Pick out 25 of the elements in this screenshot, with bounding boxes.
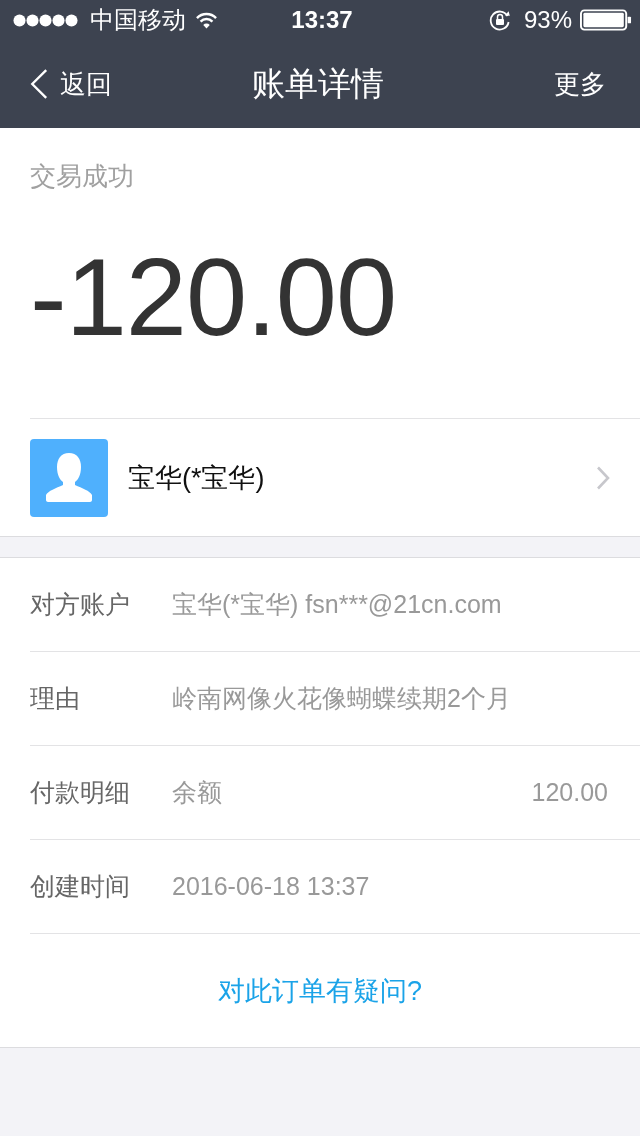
avatar-icon [30, 438, 108, 517]
field-label: 创建时间 [30, 871, 131, 902]
field-value: 岭南网像火花像蝴蝶续期2个月 [172, 683, 512, 714]
field-value: 2016-06-18 13:37 [172, 872, 371, 901]
back-button[interactable]: 返回 [30, 66, 112, 102]
carrier-name: 中国移动 [90, 5, 186, 35]
back-chevron-icon [30, 68, 48, 100]
field-label: 对方账户 [30, 589, 131, 620]
battery-icon [580, 9, 632, 31]
more-button[interactable]: 更多 [554, 66, 606, 102]
status-time: 13:37 [291, 6, 353, 34]
chevron-right-icon [596, 465, 610, 490]
field-value: 宝华(*宝华) fsn***@21cn.com [172, 589, 503, 620]
battery-percent: 93% [523, 6, 572, 34]
transaction-status: 交易成功 [29, 160, 135, 193]
page-title: 账单详情 [252, 63, 384, 104]
field-label: 理由 [30, 683, 81, 714]
signal-icon [12, 13, 79, 27]
payment-amount: 120.00 [531, 778, 608, 807]
transaction-amount: -120.00 [29, 234, 398, 360]
field-label: 付款明细 [30, 777, 131, 808]
wifi-icon [196, 11, 217, 29]
field-value: 余额 [172, 777, 223, 808]
contact-row[interactable]: 宝华(*宝华) [30, 418, 640, 536]
rotation-lock-icon [488, 9, 511, 31]
